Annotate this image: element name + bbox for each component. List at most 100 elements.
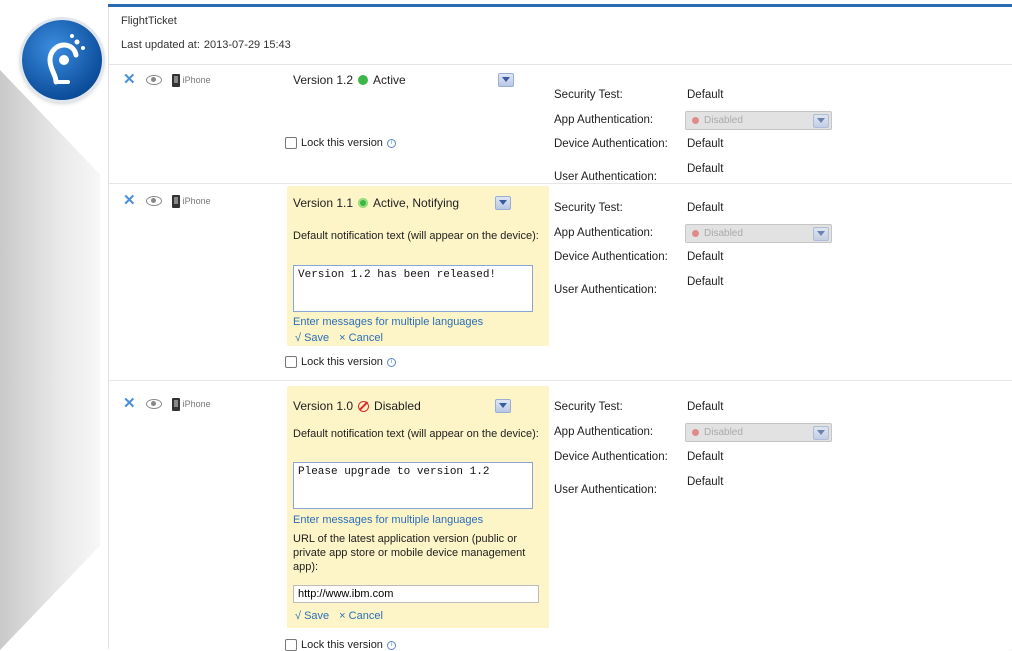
app-auth-label: App Authentication:	[554, 114, 654, 126]
lock-version: Lock this version i	[285, 356, 396, 368]
platform-label: iPhone	[182, 75, 211, 85]
app-auth-dropdown-arrow[interactable]	[813, 426, 829, 440]
last-updated-label: Last updated at:	[121, 39, 200, 51]
lock-version: Lock this version i	[285, 639, 396, 651]
eye-icon[interactable]	[145, 75, 162, 85]
delete-icon[interactable]: ✕	[123, 72, 136, 87]
version-row-1-2: ✕ iPhone Version 1.2 Active Lock this ve…	[109, 65, 1012, 184]
last-updated-value: 2013-07-29 15:43	[203, 39, 291, 51]
info-icon[interactable]: i	[386, 138, 396, 148]
version-row-1-1: ✕ iPhone Version 1.1 Active, Notifying D…	[109, 184, 1012, 381]
version-line: Version 1.0 Disabled	[293, 399, 421, 413]
lock-checkbox[interactable]	[285, 356, 297, 368]
cancel-link[interactable]: × Cancel	[339, 332, 383, 344]
app-auth-select[interactable]: Disabled	[685, 224, 832, 243]
info-icon[interactable]: i	[386, 357, 396, 367]
status-dropdown-button[interactable]	[495, 196, 511, 210]
platform-label: iPhone	[182, 399, 211, 409]
security-test-label: Security Test:	[554, 401, 623, 413]
app-auth-value: Disabled	[704, 427, 743, 438]
url-label: URL of the latest application version (p…	[293, 533, 526, 573]
last-updated: Last updated at: 2013-07-29 15:43	[121, 39, 295, 51]
lock-checkbox[interactable]	[285, 639, 297, 651]
info-icon[interactable]: i	[386, 640, 396, 650]
version-number: Version 1.1	[293, 196, 354, 210]
security-settings: Security Test: Default App Authenticatio…	[554, 381, 854, 649]
active-status-icon	[358, 75, 369, 85]
worklight-logo-icon	[22, 20, 102, 100]
security-settings: Security Test: Default App Authenticatio…	[554, 184, 854, 380]
save-link[interactable]: √ Save	[295, 610, 329, 622]
status-dropdown-button[interactable]	[498, 73, 514, 87]
version-status-box: Version 1.2 Active	[287, 67, 549, 107]
user-auth-value: Default	[687, 163, 724, 175]
app-auth-dropdown-arrow[interactable]	[813, 114, 829, 128]
left-bevel-decoration	[0, 70, 100, 650]
security-test-label: Security Test:	[554, 89, 623, 101]
version-management-panel: FlightTicket Last updated at: 2013-07-29 …	[108, 7, 1012, 651]
version-number: Version 1.0	[293, 399, 354, 413]
user-auth-value: Default	[687, 276, 724, 288]
version-status: Active	[373, 73, 406, 87]
security-test-value: Default	[687, 89, 724, 101]
security-test-label: Security Test:	[554, 202, 623, 214]
user-auth-value: Default	[687, 476, 724, 488]
save-cancel: √ Save × Cancel	[295, 610, 383, 622]
delete-icon[interactable]: ✕	[123, 396, 136, 411]
status-dropdown-button[interactable]	[495, 399, 511, 413]
app-auth-label: App Authentication:	[554, 227, 654, 239]
cancel-link[interactable]: × Cancel	[339, 610, 383, 622]
user-auth-label: User Authentication:	[554, 284, 657, 296]
lock-label: Lock this version	[301, 639, 383, 651]
notification-label: Default notification text (will appear o…	[293, 230, 539, 242]
multiple-languages-link[interactable]: Enter messages for multiple languages	[293, 316, 483, 328]
device-auth-label: Device Authentication:	[554, 138, 668, 150]
security-test-value: Default	[687, 401, 724, 413]
app-auth-dropdown-arrow[interactable]	[813, 227, 829, 241]
disabled-status-icon	[358, 400, 370, 412]
app-auth-value: Disabled	[704, 115, 743, 126]
version-status: Disabled	[374, 399, 421, 413]
eye-icon[interactable]	[145, 196, 162, 206]
save-cancel: √ Save × Cancel	[295, 332, 383, 344]
app-auth-label: App Authentication:	[554, 426, 654, 438]
user-auth-label: User Authentication:	[554, 484, 657, 496]
app-auth-select[interactable]: Disabled	[685, 423, 832, 442]
device-auth-label: Device Authentication:	[554, 251, 668, 263]
notifying-status-icon	[358, 198, 369, 208]
notification-text-field[interactable]: Version 1.2 has been released!	[293, 265, 533, 312]
security-settings: Security Test: Default App Authenticatio…	[554, 65, 854, 183]
device-auth-value: Default	[687, 451, 724, 463]
lock-label: Lock this version	[301, 137, 383, 149]
notification-text-field[interactable]: Please upgrade to version 1.2	[293, 462, 533, 509]
version-row-1-0: ✕ iPhone Version 1.0 Disabled Default no…	[109, 381, 1012, 651]
save-link[interactable]: √ Save	[295, 332, 329, 344]
app-name: FlightTicket	[121, 15, 177, 27]
row-actions: ✕ iPhone	[123, 396, 211, 411]
device-auth-label: Device Authentication:	[554, 451, 668, 463]
top-accent-bar	[108, 4, 1012, 7]
device-auth-value: Default	[687, 138, 724, 150]
version-line: Version 1.2 Active	[293, 73, 406, 87]
row-actions: ✕ iPhone	[123, 72, 211, 87]
platform: iPhone	[171, 397, 211, 411]
platform-label: iPhone	[182, 196, 211, 206]
delete-icon[interactable]: ✕	[123, 193, 136, 208]
security-test-value: Default	[687, 202, 724, 214]
lock-label: Lock this version	[301, 356, 383, 368]
version-edit-box: Version 1.1 Active, Notifying Default no…	[287, 186, 549, 346]
phone-icon	[171, 397, 180, 411]
lock-checkbox[interactable]	[285, 137, 297, 149]
multiple-languages-link[interactable]: Enter messages for multiple languages	[293, 514, 483, 526]
app-auth-value: Disabled	[704, 228, 743, 239]
phone-icon	[171, 194, 180, 208]
row-actions: ✕ iPhone	[123, 193, 211, 208]
user-auth-label: User Authentication:	[554, 171, 657, 183]
url-input[interactable]	[293, 585, 539, 603]
version-number: Version 1.2	[293, 73, 354, 87]
notification-label: Default notification text (will appear o…	[293, 428, 539, 440]
version-status: Active, Notifying	[373, 196, 460, 210]
eye-icon[interactable]	[145, 399, 162, 409]
app-auth-select[interactable]: Disabled	[685, 111, 832, 130]
platform: iPhone	[171, 194, 211, 208]
